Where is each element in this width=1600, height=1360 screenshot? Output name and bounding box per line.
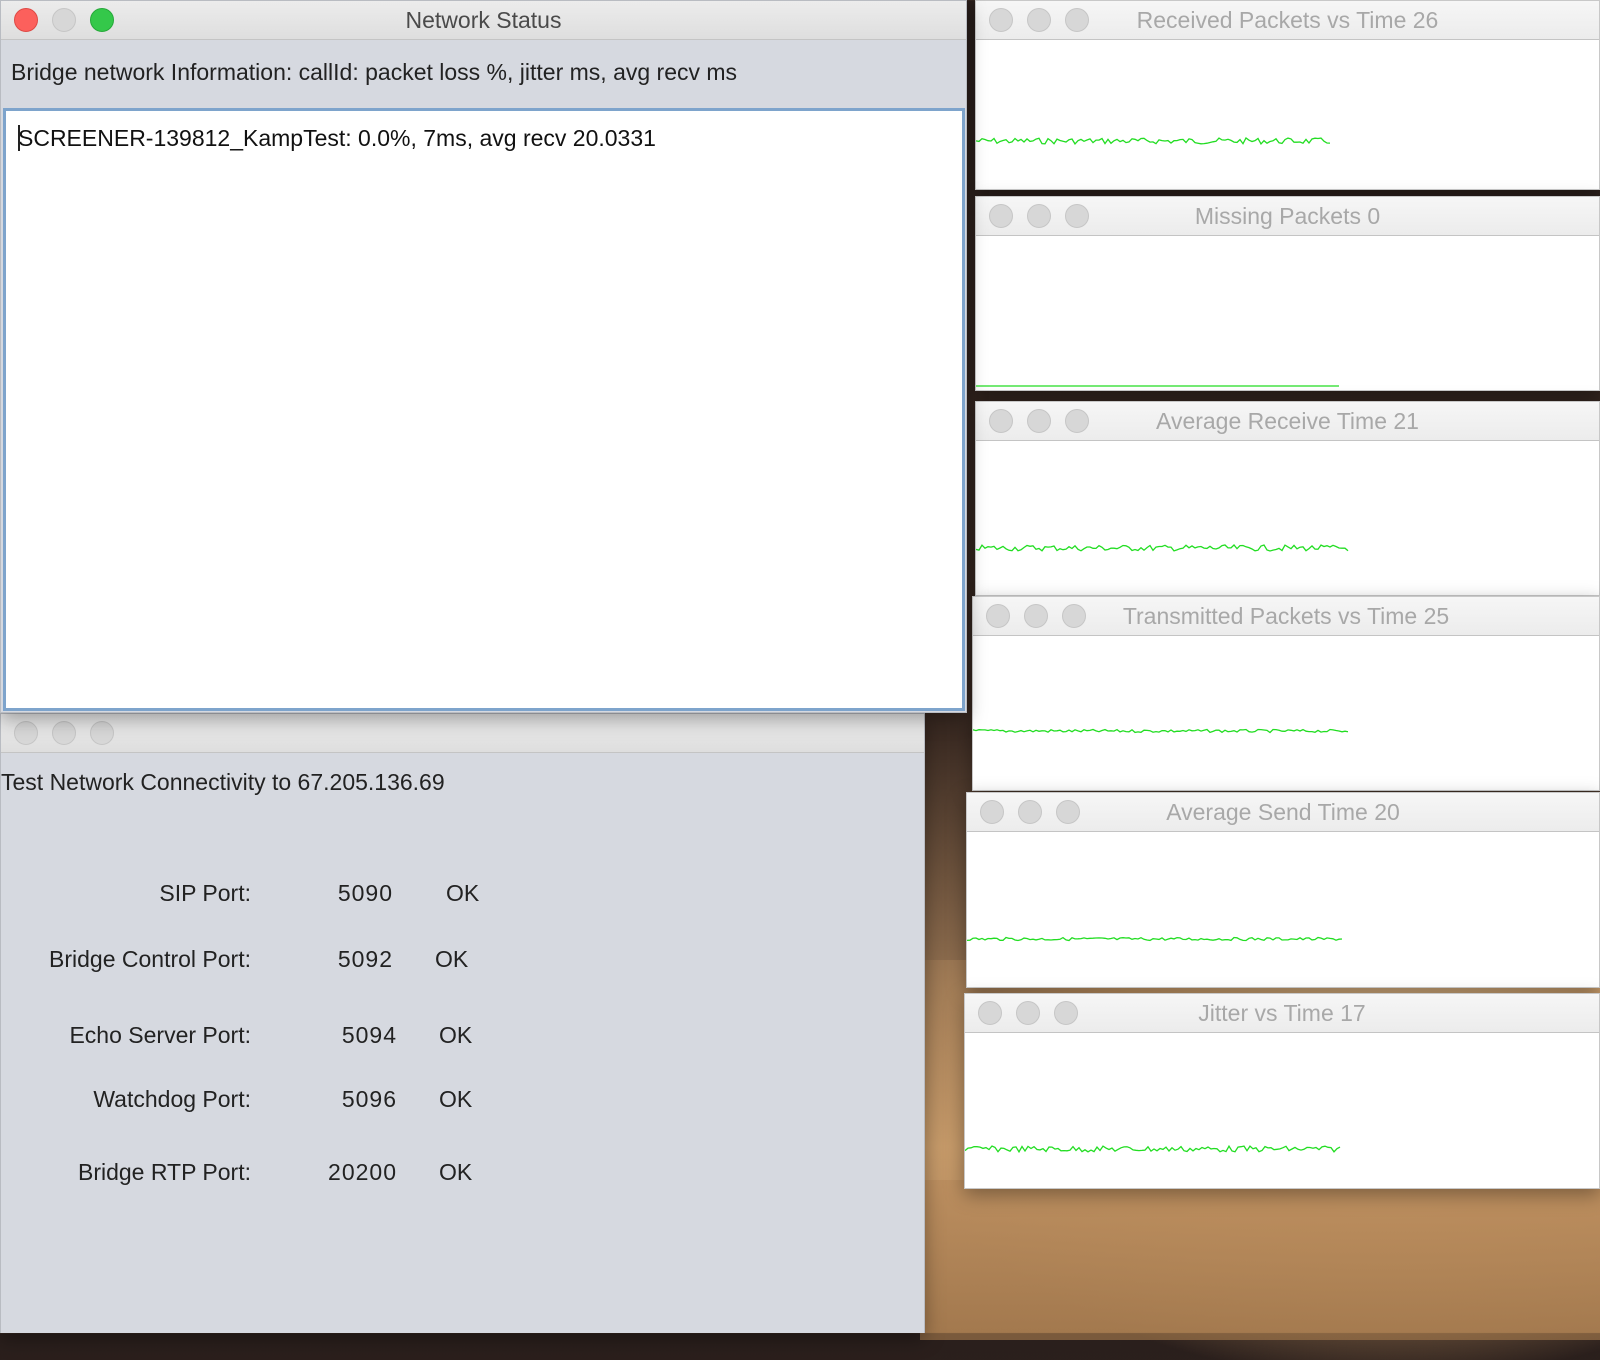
graph-area [976, 441, 1599, 595]
port-row-sip: SIP Port: 5090 OK [1, 880, 601, 914]
window-title: Network Status [405, 7, 562, 33]
desktop-wallpaper-sand [920, 1180, 1600, 1340]
graph-line [976, 137, 1331, 145]
port-row-watchdog: Watchdog Port: 5096 OK [1, 1086, 601, 1120]
text-caret [18, 125, 20, 151]
port-label: Watchdog Port: [93, 1086, 251, 1112]
graph-trace [965, 1144, 1341, 1154]
title-bar[interactable]: Missing Packets 0 [976, 197, 1599, 236]
graph-window-average-receive-time[interactable]: Average Receive Time 21 [975, 401, 1600, 596]
title-bar[interactable]: Average Send Time 20 [967, 793, 1599, 832]
graph-line [973, 728, 1349, 734]
title-bar[interactable]: Average Receive Time 21 [976, 402, 1599, 441]
graph-trace [976, 137, 1331, 145]
port-number: 5092 [337, 946, 393, 972]
port-status: OK [439, 1086, 473, 1112]
port-row-bridge-control: Bridge Control Port: 5092 OK [1, 946, 601, 980]
graph-area [965, 1033, 1599, 1188]
port-label: Echo Server Port: [69, 1022, 251, 1048]
port-status: OK [435, 946, 469, 972]
port-number: 5094 [341, 1022, 397, 1048]
port-number: 5090 [337, 880, 393, 906]
graph-window-average-send-time[interactable]: Average Send Time 20 [966, 792, 1600, 988]
graph-trace [967, 936, 1343, 942]
zoom-button[interactable] [90, 721, 114, 745]
port-row-bridge-rtp: Bridge RTP Port: 20200 OK [1, 1159, 601, 1193]
graph-trace [973, 728, 1349, 734]
port-status: OK [439, 1022, 473, 1048]
port-status: OK [439, 1159, 473, 1185]
window-title: Average Receive Time 21 [1156, 408, 1419, 434]
close-button[interactable] [14, 721, 38, 745]
status-line: SCREENER-139812_KampTest: 0.0%, 7ms, avg… [18, 125, 656, 151]
title-bar[interactable]: Network Status [1, 1, 966, 40]
title-bar[interactable]: Jitter vs Time 17 [965, 994, 1599, 1033]
graph-window-missing-packets[interactable]: Missing Packets 0 [975, 196, 1600, 391]
window-title: Jitter vs Time 17 [1198, 1000, 1366, 1026]
graph-area [976, 40, 1599, 189]
port-label: SIP Port: [159, 880, 251, 906]
port-status: OK [446, 880, 480, 906]
graph-line [967, 936, 1343, 942]
graph-window-transmitted-packets[interactable]: Transmitted Packets vs Time 25 [972, 596, 1600, 791]
graph-area [967, 832, 1599, 987]
minimize-button[interactable] [52, 721, 76, 745]
bridge-info-header: Bridge network Information: callId: pack… [11, 59, 738, 85]
graph-area [976, 236, 1599, 390]
graph-area [973, 636, 1599, 790]
graph-line [976, 385, 1339, 387]
port-number: 5096 [341, 1086, 397, 1112]
connectivity-test-window[interactable]: Test Network Connectivity to 67.205.136.… [0, 713, 925, 1333]
port-label: Bridge Control Port: [49, 946, 251, 972]
window-title: Average Send Time 20 [1166, 799, 1400, 825]
connectivity-title: Test Network Connectivity to 67.205.136.… [1, 769, 445, 795]
graph-window-jitter[interactable]: Jitter vs Time 17 [964, 993, 1600, 1189]
title-bar[interactable]: Received Packets vs Time 26 [976, 1, 1599, 40]
status-text-area[interactable]: SCREENER-139812_KampTest: 0.0%, 7ms, avg… [3, 108, 965, 711]
window-title: Missing Packets 0 [1194, 203, 1381, 229]
graph-line [965, 1144, 1341, 1154]
title-bar[interactable]: Transmitted Packets vs Time 25 [973, 597, 1599, 636]
title-bar[interactable] [1, 714, 924, 753]
graph-window-received-packets[interactable]: Received Packets vs Time 26 [975, 0, 1600, 190]
port-label: Bridge RTP Port: [77, 1159, 251, 1185]
window-title: Transmitted Packets vs Time 25 [1122, 603, 1450, 629]
port-row-echo-server: Echo Server Port: 5094 OK [1, 1022, 601, 1056]
graph-trace [976, 544, 1349, 552]
port-number: 20200 [328, 1159, 397, 1185]
network-status-window[interactable]: Network Status Bridge network Informatio… [0, 0, 967, 713]
window-title: Received Packets vs Time 26 [1136, 7, 1439, 33]
graph-line [976, 544, 1349, 552]
